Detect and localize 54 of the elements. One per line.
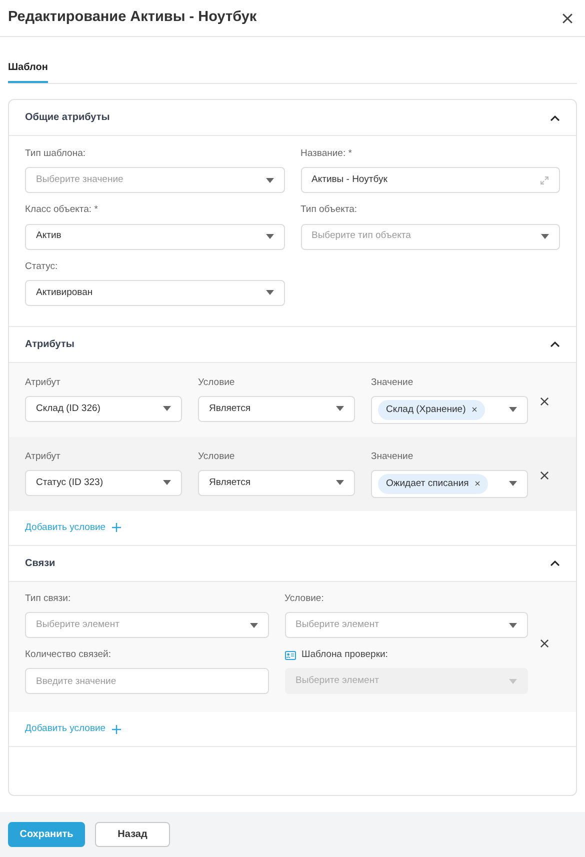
field-label: Статус: xyxy=(25,260,58,274)
field-label: Значение xyxy=(371,376,414,390)
back-button[interactable]: Назад xyxy=(95,822,170,847)
text-field[interactable]: Активы - Ноутбук xyxy=(300,167,560,194)
field-label: Название: * xyxy=(300,147,352,161)
section-title: Атрибуты xyxy=(25,338,74,352)
caret-icon xyxy=(266,178,274,183)
select-field[interactable]: Склад (Хранение) xyxy=(371,396,528,424)
caret-icon xyxy=(163,406,171,412)
section-title: Связи xyxy=(25,556,56,571)
remove-icon[interactable] xyxy=(474,481,480,486)
input-field[interactable]: Введите значение xyxy=(25,668,268,694)
remove-icon[interactable] xyxy=(472,407,477,412)
select-field[interactable]: Статус (ID 323) xyxy=(25,470,182,496)
select-field[interactable]: Активирован xyxy=(25,280,284,306)
field-label: Количество связей: xyxy=(25,648,111,662)
field-label: Тип связи: xyxy=(25,592,71,606)
field-label: Условие: xyxy=(284,592,324,606)
field-label: Атрибут xyxy=(25,376,60,390)
chevron-icon[interactable] xyxy=(550,114,560,120)
tab[interactable]: Шаблон xyxy=(8,60,48,83)
caret-icon xyxy=(336,480,344,486)
caret-icon xyxy=(250,622,258,628)
field-label: Атрибут xyxy=(25,450,60,464)
caret-icon xyxy=(509,678,517,684)
section-title: Общие атрибуты xyxy=(25,111,110,125)
caret-icon xyxy=(163,480,171,486)
field-label: Условие xyxy=(198,450,235,464)
caret-icon xyxy=(266,234,274,239)
select-field[interactable]: Является xyxy=(198,396,355,422)
field-label: Значение xyxy=(371,450,414,464)
select-field[interactable]: Актив xyxy=(25,224,284,250)
value-tag: Ожидает списания xyxy=(378,474,488,494)
select-field[interactable]: Склад (ID 326) xyxy=(25,396,182,422)
caret-icon xyxy=(336,406,344,412)
field-label: Условие xyxy=(198,376,235,390)
select-field[interactable]: Является xyxy=(198,470,355,496)
select-field[interactable]: Ожидает списания xyxy=(371,470,528,498)
plus-icon xyxy=(112,724,121,734)
field-label: Класс объекта: * xyxy=(25,203,98,218)
plus-icon xyxy=(112,523,121,532)
field-label: Шаблона проверки: xyxy=(302,648,388,662)
caret-icon xyxy=(509,481,517,486)
chevron-icon[interactable] xyxy=(550,341,560,348)
close-button[interactable] xyxy=(560,11,574,25)
field-label: Тип шаблона: xyxy=(25,147,86,161)
chevron-icon[interactable] xyxy=(550,560,560,566)
dialog-title: Редактирование Активы - Ноутбук xyxy=(8,8,257,28)
value-tag: Склад (Хранение) xyxy=(378,400,485,420)
caret-icon xyxy=(541,234,549,239)
caret-icon xyxy=(266,290,274,296)
field-label: Тип объекта: xyxy=(300,203,358,218)
caret-icon xyxy=(509,622,517,628)
caret-icon xyxy=(509,407,517,412)
